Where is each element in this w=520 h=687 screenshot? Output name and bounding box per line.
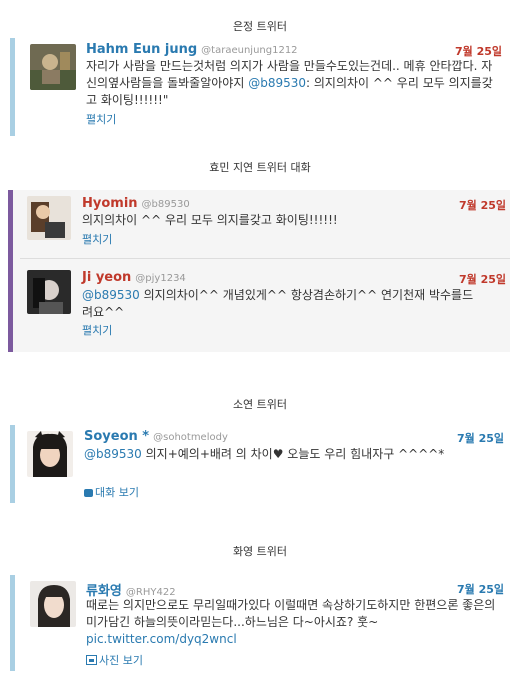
view-photo-link[interactable]: 사진 보기	[86, 652, 143, 668]
conversation-accent-bar	[8, 190, 13, 352]
mention-link[interactable]: @b89530	[248, 76, 306, 90]
avatar[interactable]	[27, 196, 71, 240]
author-handle[interactable]: @b89530	[142, 199, 190, 210]
tweet-author[interactable]: Ji yeon @pjy1234	[82, 270, 186, 285]
author-handle[interactable]: @pjy1234	[135, 273, 186, 284]
tweet-accent-bar	[10, 38, 15, 136]
tweet-text: @b89530 의지의차이^^ 개념있게^^ 항상겸손하기^^ 연기천재 박수를…	[82, 287, 482, 321]
tweet-date[interactable]: 7월 25일	[457, 430, 504, 446]
tweet-text: @b89530 의지+예의+배려 의 차이♥ 오늘도 우리 힘내자구 ^^^^*	[84, 446, 464, 463]
view-photo-label[interactable]: 사진 보기	[99, 654, 143, 667]
tweet-accent-bar	[10, 575, 15, 671]
tweet-text-part: 의지+예의+배려 의 차이♥ 오늘도 우리 힘내자구 ^^^^*	[141, 447, 445, 461]
tweet-author[interactable]: Hahm Eun jung @taraeunjung1212	[86, 42, 298, 57]
tweet-hwayoung: 류화영 @RHY422 7월 25일 때로는 의지만으로도 무리일때가있다 이럴때…	[10, 575, 510, 671]
mention-link[interactable]: @b89530	[84, 447, 142, 461]
speech-bubble-icon	[84, 489, 93, 497]
tweet-date[interactable]: 7월 25일	[457, 581, 504, 597]
expand-link[interactable]: 펼치기	[86, 111, 116, 127]
tweet-soyeon: Soyeon * @sohotmelody 7월 25일 @b89530 의지+예…	[10, 425, 510, 503]
conversation-link[interactable]: 대화 보기	[84, 484, 139, 500]
avatar[interactable]	[27, 431, 73, 477]
author-name[interactable]: Ji yeon	[82, 270, 131, 285]
tweet-date[interactable]: 7월 25일	[459, 197, 506, 213]
section-title: 소연 트위터	[232, 398, 288, 411]
tweet-hahm-eun-jung: Hahm Eun jung @taraeunjung1212 7월 25일 자리가…	[10, 38, 510, 136]
mention-link[interactable]: @b89530	[82, 288, 140, 302]
photo-link[interactable]: pic.twitter.com/dyq2wncl	[86, 632, 237, 646]
section-title: 효민 지연 트위터 대화	[209, 161, 311, 174]
avatar[interactable]	[30, 581, 76, 627]
avatar[interactable]	[30, 44, 76, 90]
avatar[interactable]	[27, 270, 71, 314]
tweet-text-part: 의지의차이^^ 개념있게^^ 항상겸손하기^^ 연기천재 박수를드려요^^	[82, 288, 474, 319]
tweet-text: 의지의차이 ^^ 우리 모두 의지를갖고 화이팅!!!!!!	[82, 213, 338, 227]
author-name[interactable]: Soyeon *	[84, 429, 149, 444]
conversation-block: Hyomin @b89530 7월 25일 의지의차이 ^^ 우리 모두 의지를갖…	[8, 190, 510, 352]
author-name[interactable]: Hahm Eun jung	[86, 42, 197, 57]
section-title: 화영 트위터	[232, 545, 288, 558]
tweet-author[interactable]: Hyomin @b89530	[82, 196, 190, 211]
expand-link[interactable]: 펼치기	[82, 322, 112, 338]
author-handle[interactable]: @sohotmelody	[153, 432, 228, 443]
conversation-link-label[interactable]: 대화 보기	[95, 486, 139, 499]
tweet-author[interactable]: Soyeon * @sohotmelody	[84, 429, 228, 444]
author-name[interactable]: Hyomin	[82, 196, 138, 211]
photo-icon	[86, 655, 97, 665]
tweet-text: 자리가 사람을 만드는것처럼 의지가 사람을 만들수도있는건데.. 메휴 안타깝…	[86, 58, 496, 109]
tweet-date[interactable]: 7월 25일	[455, 43, 502, 59]
expand-link[interactable]: 펼치기	[82, 231, 112, 247]
tweet-date[interactable]: 7월 25일	[459, 271, 506, 287]
section-title: 은정 트위터	[232, 20, 288, 33]
tweet-text: 때로는 의지만으로도 무리일때가있다 이럴때면 속상하기도하지만 한편으론 좋은…	[86, 597, 496, 648]
tweet-text-part: 때로는 의지만으로도 무리일때가있다 이럴때면 속상하기도하지만 한편으론 좋은…	[86, 598, 496, 629]
divider	[20, 258, 510, 259]
author-handle[interactable]: @taraeunjung1212	[201, 45, 297, 56]
tweet-accent-bar	[10, 425, 15, 503]
